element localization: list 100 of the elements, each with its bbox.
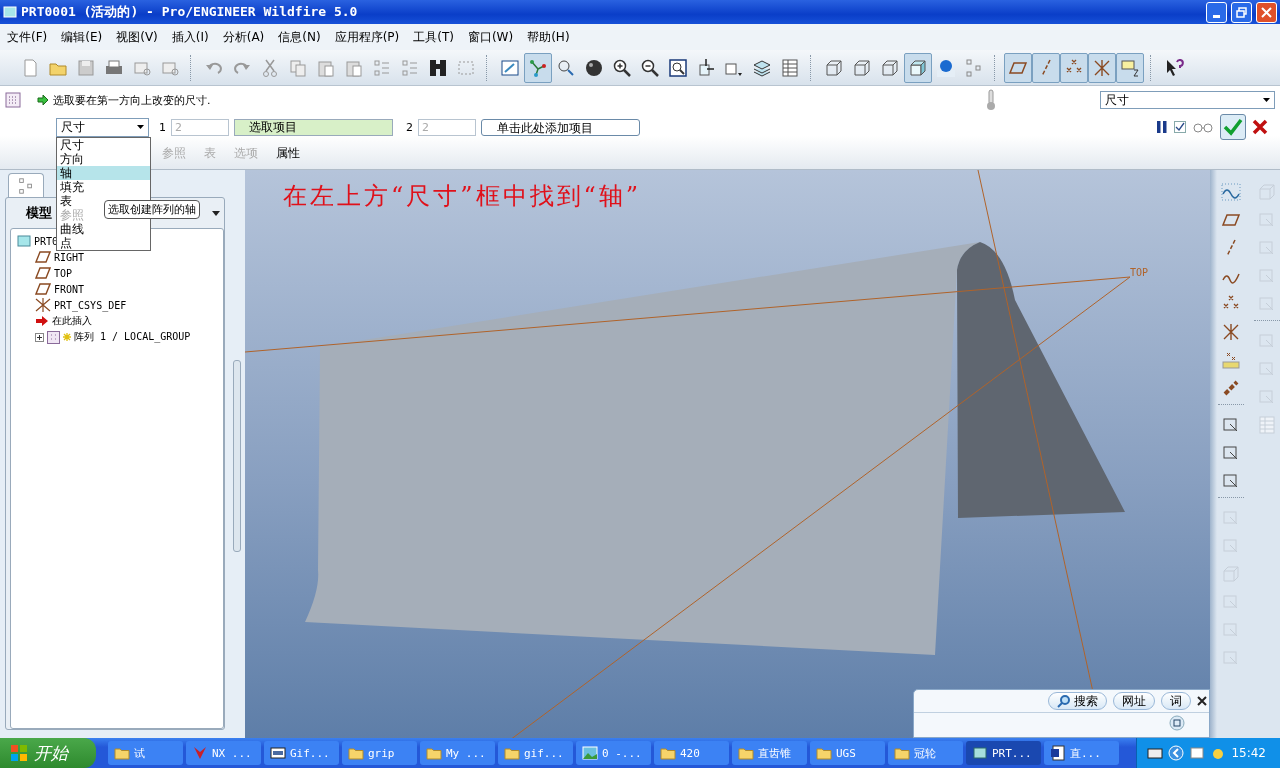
pattern-grid-icon	[1257, 415, 1277, 435]
spin-center-icon	[528, 57, 548, 78]
annotation-text: 在左上方“尺寸”框中找到“轴”	[283, 181, 642, 212]
menu-item[interactable]: 应用程序(P)	[329, 26, 405, 48]
preview-checkbox[interactable]	[1174, 121, 1186, 133]
folder-icon	[816, 745, 832, 761]
add-items-button[interactable]: 单击此处添加项目	[481, 118, 640, 136]
search-button[interactable]: 搜索	[1048, 692, 1107, 710]
caret-icon	[1263, 98, 1270, 102]
menu-item[interactable]: 插入(I)	[166, 26, 214, 48]
close-button[interactable]	[1197, 696, 1207, 706]
folder-icon	[114, 745, 130, 761]
menu-item[interactable]: 编辑(E)	[56, 26, 108, 48]
dropdown-option[interactable]: 点	[57, 235, 150, 250]
plus-box-icon[interactable]	[35, 332, 44, 342]
count-field[interactable]: 2	[418, 118, 476, 136]
menu-item[interactable]: 信息(N)	[273, 26, 326, 48]
restore-button[interactable]	[1231, 1, 1252, 23]
taskbar-button[interactable]: grip	[342, 741, 417, 765]
panel-title: 模型	[26, 204, 52, 222]
taskbar-button[interactable]: 0 -...	[576, 741, 651, 765]
caret-icon	[137, 125, 144, 129]
start-button[interactable]: 开始	[0, 738, 96, 768]
lit-sphere-icon	[936, 57, 956, 78]
folder-icon	[660, 745, 676, 761]
plane-icon	[35, 283, 51, 295]
count-field[interactable]: 2	[171, 118, 229, 136]
csys-icon	[1221, 322, 1241, 342]
menu-item[interactable]: 视图(V)	[111, 26, 163, 48]
pause-icon[interactable]	[1156, 120, 1168, 134]
plain-cube-icon	[880, 57, 900, 78]
taskbar-button[interactable]: NX ...	[186, 741, 261, 765]
thermometer-icon	[986, 89, 996, 111]
binoculars-icon	[428, 57, 448, 78]
tree-item[interactable]: PRT_CSYS_DEF	[54, 299, 127, 311]
tree-item[interactable]: RIGHT	[54, 251, 85, 263]
dropdown-option[interactable]: 轴	[57, 165, 150, 180]
folder-icon	[426, 745, 442, 761]
tree-item[interactable]: FRONT	[54, 283, 85, 295]
clock: 15:42	[1231, 746, 1266, 760]
taskbar-button[interactable]: PRT...	[966, 741, 1041, 765]
window-icon	[3, 5, 17, 19]
taskbar-button[interactable]: 直齿锥	[732, 741, 807, 765]
menu-item[interactable]: 帮助(H)	[522, 26, 575, 48]
grid-icon	[5, 92, 21, 108]
group-icon	[47, 330, 60, 344]
picture-icon	[582, 745, 598, 761]
toolbar-button[interactable]	[1088, 52, 1116, 83]
sketch-wave-icon	[1221, 182, 1241, 202]
folder-icon	[504, 745, 520, 761]
dropdown-option[interactable]: 填充	[57, 179, 150, 194]
taskbar-button[interactable]: Gif...	[264, 741, 339, 765]
panel-tab[interactable]: 属性	[274, 144, 316, 162]
note-eye-icon	[1120, 57, 1140, 78]
minimize-button[interactable]	[1206, 1, 1227, 23]
prompt-message: 选取要在第一方向上改变的尺寸.	[53, 92, 212, 108]
tree-item[interactable]: 阵列 1 / LOCAL_GROUP	[74, 330, 191, 344]
url-button[interactable]: 网址	[1113, 692, 1155, 710]
chain-icon	[1221, 378, 1241, 398]
taskbar-button[interactable]: 试	[108, 741, 183, 765]
menu-item[interactable]: 窗口(W)	[462, 26, 519, 48]
taskbar-button[interactable]: UGS	[810, 741, 885, 765]
menu-item[interactable]: 分析(A)	[217, 26, 270, 48]
taskbar-button[interactable]: gif...	[498, 741, 573, 765]
model-tree-tab[interactable]	[8, 173, 44, 197]
type-dropdown[interactable]: 尺寸	[56, 117, 149, 137]
taskbar-button[interactable]: 直...	[1044, 741, 1119, 765]
glasses-icon[interactable]	[1192, 121, 1214, 133]
dropdown-option[interactable]: 曲线	[57, 221, 150, 236]
arrow-icon	[37, 94, 49, 106]
dropdown-option[interactable]: 方向	[57, 151, 150, 166]
tree-item[interactable]: TOP	[54, 267, 73, 279]
tree-item[interactable]: 在此插入	[52, 314, 92, 328]
floppy-icon	[76, 57, 96, 78]
caret-icon[interactable]	[212, 210, 220, 216]
word-button[interactable]: 词	[1161, 692, 1191, 710]
filter-dropdown[interactable]: 尺寸	[1100, 91, 1275, 109]
close-icon	[1261, 6, 1272, 18]
keyboard-icon[interactable]	[1147, 747, 1164, 759]
taskbar-button[interactable]: My ...	[420, 741, 495, 765]
taskbar-button[interactable]: 420	[654, 741, 729, 765]
scissors-icon	[260, 57, 280, 78]
taskbar-button[interactable]: 冠轮	[888, 741, 963, 765]
menu-item[interactable]: 工具(T)	[408, 26, 459, 48]
ok-button[interactable]	[1220, 114, 1246, 140]
wire-cube-icon	[824, 57, 844, 78]
splitter-handle[interactable]	[233, 360, 241, 552]
cancel-icon[interactable]	[1252, 119, 1268, 135]
help-arrow-icon	[1164, 57, 1184, 78]
chevron-icon[interactable]	[1168, 745, 1185, 761]
shaded-cube-icon	[908, 57, 928, 78]
tooltip: 选取创建阵列的轴	[104, 200, 200, 219]
menu-item[interactable]: 文件(F)	[2, 26, 53, 48]
items-collector[interactable]: 选取项目	[234, 118, 393, 136]
zoom-fit-icon	[668, 57, 688, 78]
window-title: PRT0001 (活动的) - Pro/ENGINEER Wildfire 5.0	[21, 3, 359, 21]
hidden-cube-icon	[852, 57, 872, 78]
document-icon	[1050, 745, 1066, 761]
restore-icon[interactable]	[1169, 715, 1185, 731]
dropdown-option[interactable]: 尺寸	[57, 137, 150, 152]
